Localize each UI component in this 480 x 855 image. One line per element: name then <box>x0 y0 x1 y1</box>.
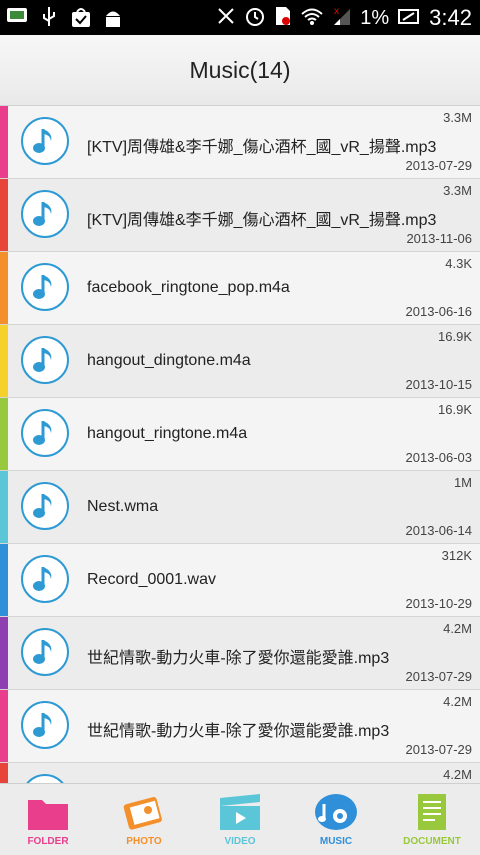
color-stripe <box>0 252 8 324</box>
color-stripe <box>0 106 8 178</box>
battery-percent: 1% <box>360 6 390 29</box>
file-name: hangout_dingtone.m4a <box>87 352 251 369</box>
file-name: 世紀情歌-動力火車-除了愛你還能愛誰.mp3 <box>87 650 390 667</box>
tab-video[interactable]: VIDEO <box>192 784 288 855</box>
wifi-icon <box>300 5 324 32</box>
list-item[interactable]: 312K Record_0001.wav 2013-10-29 <box>0 544 480 617</box>
clock: 3:42 <box>429 5 472 30</box>
tab-bar: FOLDER PHOTO VIDEO MUSIC DOCUMENT <box>0 783 480 855</box>
list-item[interactable]: 16.9K hangout_ringtone.m4a 2013-06-03 <box>0 398 480 471</box>
page-title: Music(14) <box>189 57 291 83</box>
music-note-icon <box>21 263 69 311</box>
folder-icon <box>26 792 70 832</box>
file-list[interactable]: 3.3M [KTV]周傳雄&李千娜_傷心酒杯_國_vR_揚聲.mp3 2013-07… <box>0 106 480 783</box>
tab-document[interactable]: DOCUMENT <box>384 784 480 855</box>
file-name: facebook_ringtone_pop.m4a <box>87 279 290 296</box>
tab-label: FOLDER <box>27 836 69 847</box>
color-stripe <box>0 179 8 251</box>
file-name: 世紀情歌-動力火車-除了愛你還能愛誰.mp3 <box>87 723 390 740</box>
file-date: 2013-06-16 <box>405 304 473 319</box>
music-note-icon <box>21 628 69 676</box>
list-item[interactable]: 4.2M <box>0 763 480 783</box>
file-date: 2013-07-29 <box>405 158 473 173</box>
tab-folder[interactable]: FOLDER <box>0 784 96 855</box>
color-stripe <box>0 617 8 689</box>
music-note-icon <box>21 117 69 165</box>
video-icon <box>218 792 262 832</box>
android-icon <box>102 6 124 28</box>
list-item[interactable]: 3.3M [KTV]周傳雄&李千娜_傷心酒杯_國_vR_揚聲.mp3 2013-11… <box>0 179 480 252</box>
file-size: 4.2M <box>443 767 472 782</box>
tab-label: DOCUMENT <box>403 836 461 847</box>
color-stripe <box>0 325 8 397</box>
file-name: Record_0001.wav <box>87 571 216 588</box>
tab-label: PHOTO <box>126 836 162 847</box>
status-bar: x 1% 3:42 <box>0 0 480 35</box>
tab-photo[interactable]: PHOTO <box>96 784 192 855</box>
screen-icon <box>6 6 28 28</box>
list-item[interactable]: 4.2M 世紀情歌-動力火車-除了愛你還能愛誰.mp3 2013-07-29 <box>0 617 480 690</box>
music-icon <box>314 792 358 832</box>
sim-icon <box>274 5 292 32</box>
music-note-icon <box>21 482 69 530</box>
file-date: 2013-07-29 <box>405 742 473 757</box>
title-bar: Music(14) <box>0 35 480 106</box>
usb-icon <box>38 6 60 28</box>
list-item[interactable]: 4.3K facebook_ringtone_pop.m4a 2013-06-16 <box>0 252 480 325</box>
file-date: 2013-07-29 <box>405 669 473 684</box>
file-name: Nest.wma <box>87 498 159 515</box>
photo-icon <box>122 792 166 832</box>
file-name: [KTV]周傳雄&李千娜_傷心酒杯_國_vR_揚聲.mp3 <box>87 212 437 229</box>
file-name: hangout_ringtone.m4a <box>87 425 248 442</box>
file-date: 2013-06-14 <box>405 523 473 538</box>
file-date: 2013-06-03 <box>405 450 473 465</box>
bag-check-icon <box>70 6 92 28</box>
list-item[interactable]: 4.2M 世紀情歌-動力火車-除了愛你還能愛誰.mp3 2013-07-29 <box>0 690 480 763</box>
list-item[interactable]: 3.3M [KTV]周傳雄&李千娜_傷心酒杯_國_vR_揚聲.mp3 2013-07… <box>0 106 480 179</box>
file-date: 2013-10-29 <box>405 596 473 611</box>
file-size: 16.9K <box>438 402 472 417</box>
file-size: 4.3K <box>445 256 472 271</box>
color-stripe <box>0 763 8 783</box>
file-size: 4.2M <box>443 694 472 709</box>
tab-label: MUSIC <box>319 836 353 847</box>
signal-icon: x <box>332 5 352 32</box>
music-note-icon <box>21 555 69 603</box>
music-note-icon <box>21 701 69 749</box>
color-stripe <box>0 471 8 543</box>
file-size: 16.9K <box>438 329 472 344</box>
file-size: 3.3M <box>443 110 472 125</box>
document-icon <box>410 792 454 832</box>
file-name: [KTV]周傳雄&李千娜_傷心酒杯_國_vR_揚聲.mp3 <box>87 139 437 156</box>
file-size: 312K <box>441 548 472 563</box>
file-date: 2013-10-15 <box>405 377 473 392</box>
file-date: 2013-11-06 <box>406 231 472 246</box>
color-stripe <box>0 398 8 470</box>
color-stripe <box>0 544 8 616</box>
music-note-icon <box>21 409 69 457</box>
music-note-icon <box>21 190 69 238</box>
color-stripe <box>0 690 8 762</box>
file-size: 3.3M <box>443 183 472 198</box>
file-size: 4.2M <box>443 621 472 636</box>
svg-text:x: x <box>334 6 339 17</box>
alarm-icon <box>244 5 266 32</box>
music-note-icon <box>21 774 69 783</box>
list-item[interactable]: 1M Nest.wma 2013-06-14 <box>0 471 480 544</box>
file-size: 1M <box>453 475 472 490</box>
battery-icon <box>397 5 421 32</box>
tab-music[interactable]: MUSIC <box>288 784 384 855</box>
mute-icon <box>216 5 236 32</box>
tab-label: VIDEO <box>224 836 256 847</box>
music-note-icon <box>21 336 69 384</box>
list-item[interactable]: 16.9K hangout_dingtone.m4a 2013-10-15 <box>0 325 480 398</box>
